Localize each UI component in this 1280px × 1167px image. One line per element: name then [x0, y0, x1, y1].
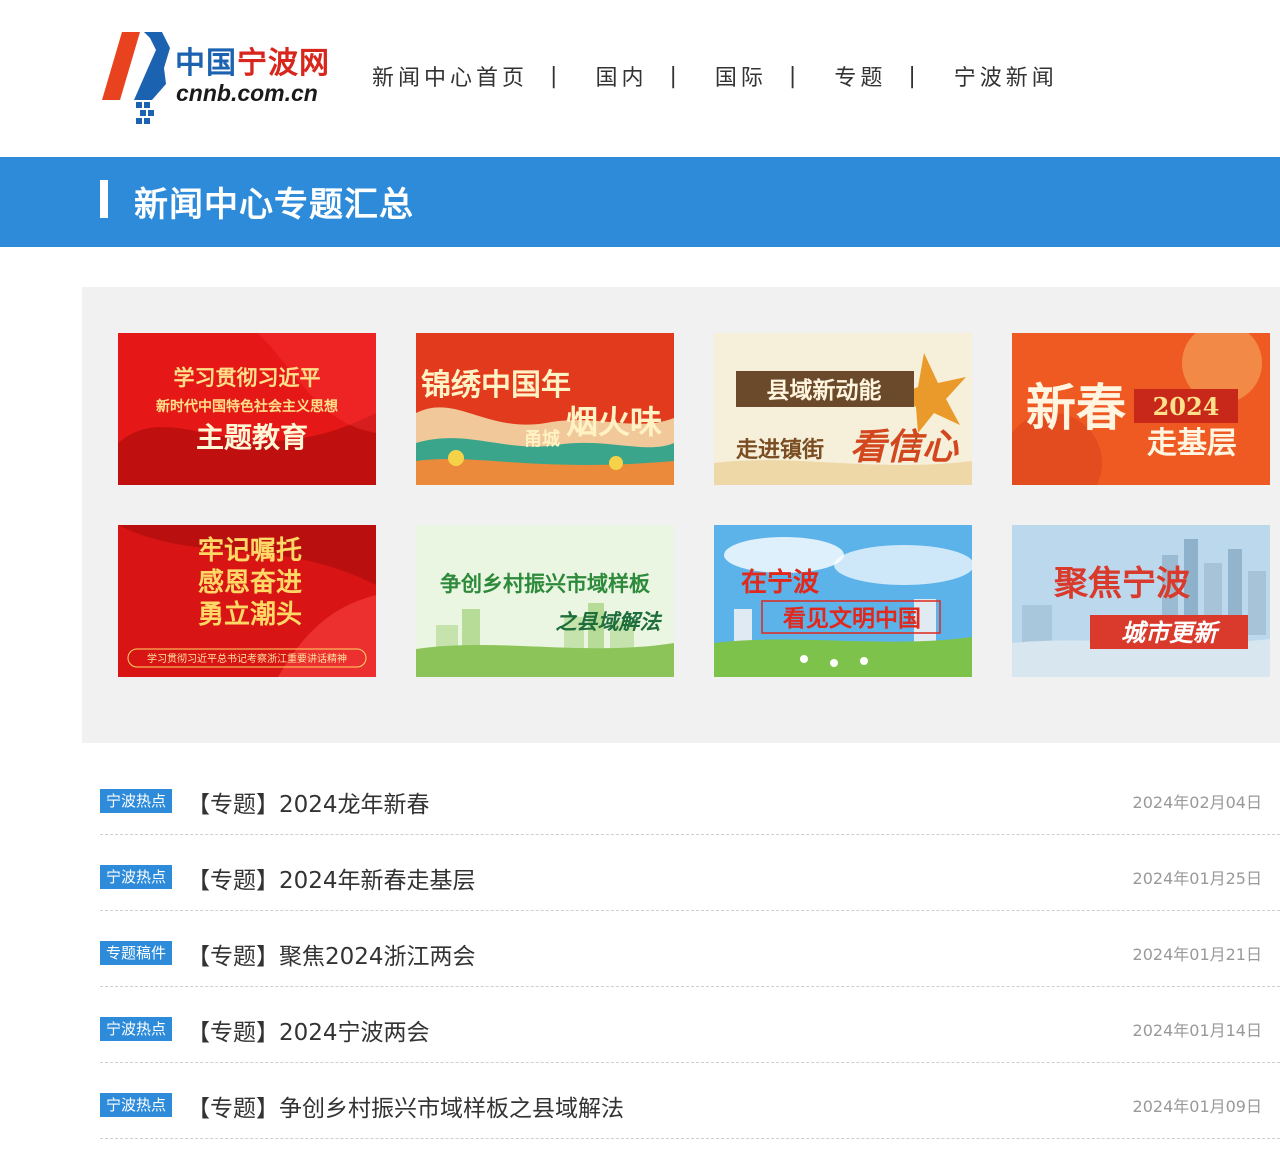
list-item: 宁波热点 【专题】争创乡村振兴市域样板之县域解法 2024年01月09日: [100, 1063, 1280, 1139]
topic-8-line-2: 城市更新: [1121, 619, 1221, 647]
topic-image-rural-revitalization: 争创乡村振兴市域样板 之县域解法: [416, 525, 674, 677]
list-item-date: 2024年02月04日: [1132, 793, 1262, 812]
topic-1-line-1: 学习贯彻习近平: [174, 365, 321, 390]
logo-domain-text: cnnb.com.cn: [176, 80, 318, 106]
page-title: 新闻中心专题汇总: [134, 185, 414, 225]
topic-card-rural-revitalization[interactable]: 争创乡村振兴市域样板 之县域解法: [416, 525, 674, 677]
nav-item-topics[interactable]: 专题: [834, 60, 886, 92]
topic-8-line-1: 聚焦宁波: [1053, 564, 1190, 604]
logo-text-ningbowang: 宁波网: [237, 46, 330, 81]
category-tag[interactable]: 宁波热点: [100, 789, 173, 813]
section-banner: 新闻中心专题汇总: [0, 157, 1280, 247]
list-item-date: 2024年01月25日: [1132, 869, 1262, 888]
topic-card-remember-instructions[interactable]: 牢记嘱托 感恩奋进 勇立潮头 学习贯彻习近平总书记考察浙江重要讲话精神: [118, 525, 376, 677]
nav-item-ningbo-news[interactable]: 宁波新闻: [954, 60, 1058, 92]
nav-separator: |: [788, 63, 797, 89]
topic-grid: 学习贯彻习近平 新时代中国特色社会主义思想 主题教育 锦绣中国年 甬城 烟火味 …: [82, 287, 1280, 743]
topic-image-civilized-china: 在宁波 看见文明中国: [714, 525, 972, 677]
logo-chinese-text: 中国宁波网: [175, 38, 330, 82]
topic-image-theme-education: 学习贯彻习近平 新时代中国特色社会主义思想 主题教育: [118, 333, 376, 485]
topic-card-county-momentum[interactable]: 县域新动能 走进镇街 看信心: [714, 333, 972, 485]
category-tag[interactable]: 宁波热点: [100, 1093, 173, 1117]
topic-image-new-year-flavor: 锦绣中国年 甬城 烟火味: [416, 333, 674, 485]
category-tag[interactable]: 专题稿件: [100, 941, 173, 965]
topic-card-theme-education[interactable]: 学习贯彻习近平 新时代中国特色社会主义思想 主题教育: [118, 333, 376, 485]
topic-card-spring-grassroots[interactable]: 新春 2024 走基层: [1012, 333, 1270, 485]
main-nav: 新闻中心首页 | 国内 | 国际 | 专题 | 宁波新闻: [372, 58, 1058, 94]
list-item: 宁波热点 【专题】2024龙年新春 2024年02月04日: [100, 759, 1280, 835]
topic-2-line-1: 锦绣中国年: [421, 368, 571, 403]
topic-card-new-year-flavor[interactable]: 锦绣中国年 甬城 烟火味: [416, 333, 674, 485]
topic-7-line-2: 看见文明中国: [783, 605, 921, 632]
topic-1-line-3: 主题教育: [196, 421, 308, 454]
list-item-date: 2024年01月09日: [1132, 1097, 1262, 1116]
nav-item-international[interactable]: 国际: [715, 60, 767, 92]
list-item: 宁波热点 【专题】2024宁波两会 2024年01月14日: [100, 987, 1280, 1063]
topic-image-remember-instructions: 牢记嘱托 感恩奋进 勇立潮头 学习贯彻习近平总书记考察浙江重要讲话精神: [118, 525, 376, 677]
topic-5-line-3: 勇立潮头: [198, 599, 302, 630]
nav-separator: |: [550, 63, 558, 89]
category-tag[interactable]: 宁波热点: [100, 865, 173, 889]
list-item-title-link[interactable]: 【专题】争创乡村振兴市域样板之县域解法: [187, 1089, 624, 1123]
topic-6-line-1: 争创乡村振兴市域样板: [440, 571, 651, 596]
banner-accent-bar: [100, 180, 108, 218]
logo-text-zhongguo: 中国: [175, 46, 237, 81]
topic-4-line-1: 新春: [1026, 378, 1126, 437]
category-tag[interactable]: 宁波热点: [100, 1017, 173, 1041]
list-item-title-link[interactable]: 【专题】2024年新春走基层: [187, 861, 476, 895]
nav-item-domestic[interactable]: 国内: [595, 60, 647, 92]
topic-3-line-3: 看信心: [850, 427, 959, 468]
logo-mark-icon: [102, 32, 170, 124]
list-item-date: 2024年01月14日: [1132, 1021, 1262, 1040]
topic-2-line-3: 烟火味: [566, 403, 662, 441]
nav-item-home[interactable]: 新闻中心首页: [372, 60, 528, 92]
topic-list: 宁波热点 【专题】2024龙年新春 2024年02月04日 宁波热点 【专题】2…: [100, 759, 1280, 1139]
list-item-title-link[interactable]: 【专题】2024宁波两会: [187, 1013, 430, 1047]
nav-separator: |: [908, 63, 916, 89]
topic-7-line-1: 在宁波: [741, 567, 820, 598]
topic-5-line-1: 牢记嘱托: [198, 535, 302, 566]
list-item: 专题稿件 【专题】聚焦2024浙江两会 2024年01月21日: [100, 911, 1280, 987]
topic-image-spring-grassroots: 新春 2024 走基层: [1012, 333, 1270, 485]
list-item-title-link[interactable]: 【专题】聚焦2024浙江两会: [187, 937, 476, 971]
topic-3-line-1: 县域新动能: [767, 377, 882, 404]
site-header: 中国宁波网 cnnb.com.cn 新闻中心首页 | 国内 | 国际 | 专题 …: [0, 0, 1280, 157]
list-item-date: 2024年01月21日: [1132, 945, 1262, 964]
topic-1-line-2: 新时代中国特色社会主义思想: [156, 398, 338, 415]
topic-3-line-2: 走进镇街: [736, 437, 824, 463]
topic-5-line-4: 学习贯彻习近平总书记考察浙江重要讲话精神: [147, 652, 347, 665]
list-item-title-link[interactable]: 【专题】2024龙年新春: [187, 785, 430, 819]
topic-5-line-2: 感恩奋进: [198, 568, 302, 598]
list-item: 宁波热点 【专题】2024年新春走基层 2024年01月25日: [100, 835, 1280, 911]
topic-card-civilized-china[interactable]: 在宁波 看见文明中国: [714, 525, 972, 677]
topic-image-urban-renewal: 聚焦宁波 城市更新: [1012, 525, 1270, 677]
topic-6-line-2: 之县域解法: [556, 609, 663, 634]
topic-image-county-momentum: 县域新动能 走进镇街 看信心: [714, 333, 972, 485]
topic-4-line-3: 走基层: [1147, 426, 1237, 461]
nav-separator: |: [669, 63, 677, 89]
topic-4-line-2: 2024: [1153, 392, 1220, 421]
topic-2-line-2: 甬城: [524, 428, 560, 450]
site-logo[interactable]: 中国宁波网 cnnb.com.cn: [100, 28, 340, 128]
topic-card-urban-renewal[interactable]: 聚焦宁波 城市更新: [1012, 525, 1270, 677]
